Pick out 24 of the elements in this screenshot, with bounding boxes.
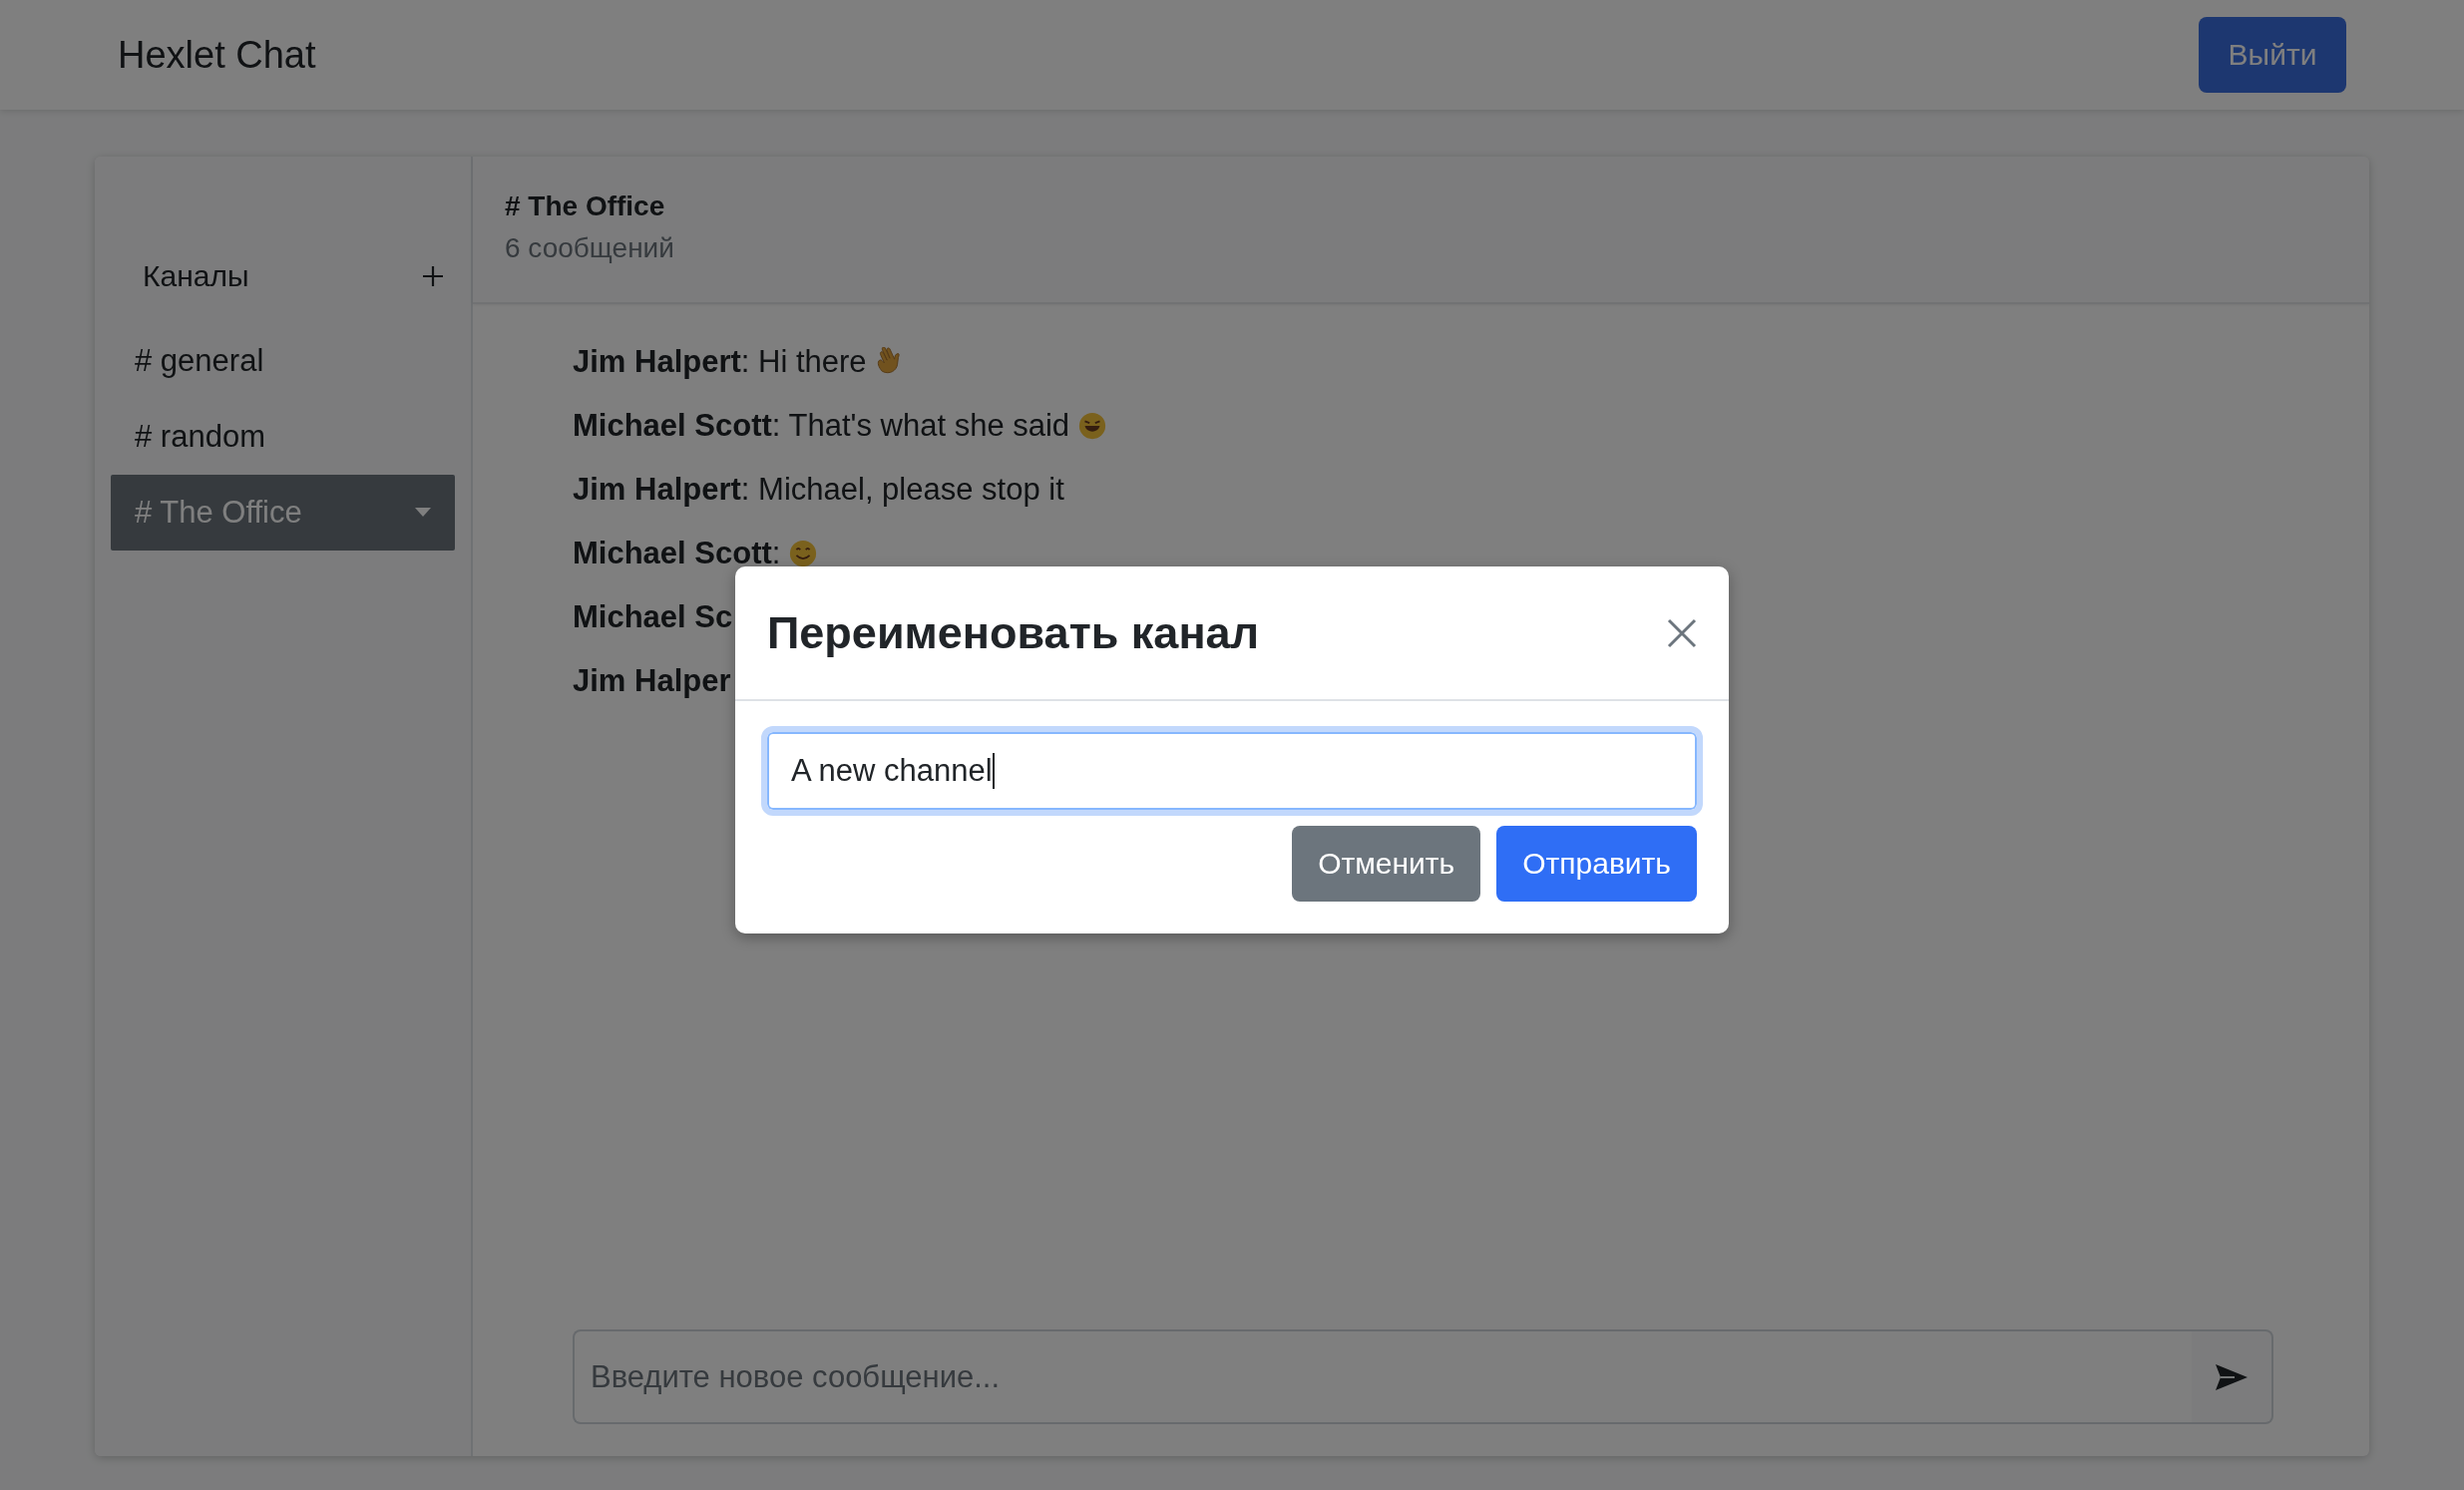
channel-item[interactable]: # random [111, 399, 455, 475]
logout-button[interactable]: Выйти [2199, 17, 2346, 93]
message: Michael Sc [573, 599, 733, 635]
dialog-title: Переименовать канал [767, 606, 1260, 659]
add-channel-button[interactable] [421, 264, 445, 288]
smiling-face-icon [788, 539, 819, 568]
app-title[interactable]: Hexlet Chat [118, 33, 316, 77]
channel-item[interactable]: # The Office [111, 475, 455, 551]
message: Michael Scott: [573, 536, 781, 571]
message: Jim Halpert: Hi there [573, 344, 867, 380]
message: Jim Halpert: Michael, please stop it [573, 472, 1064, 508]
submit-button[interactable]: Отправить [1496, 826, 1697, 902]
channel-title: # The Office [505, 190, 666, 222]
message: Jim Halper [573, 663, 731, 699]
cancel-button[interactable]: Отменить [1292, 826, 1481, 902]
close-icon [1667, 617, 1697, 648]
close-button[interactable] [1667, 617, 1697, 648]
channels-heading: Каналы [143, 259, 249, 293]
message-count: 6 сообщений [505, 232, 675, 264]
message: Michael Scott: That's what she said [573, 408, 1070, 444]
channel-item[interactable]: # general [111, 323, 455, 399]
plus-icon [421, 264, 445, 288]
name-input-field[interactable]: A new channel [761, 726, 1703, 816]
laughing-face-icon [1077, 411, 1108, 441]
